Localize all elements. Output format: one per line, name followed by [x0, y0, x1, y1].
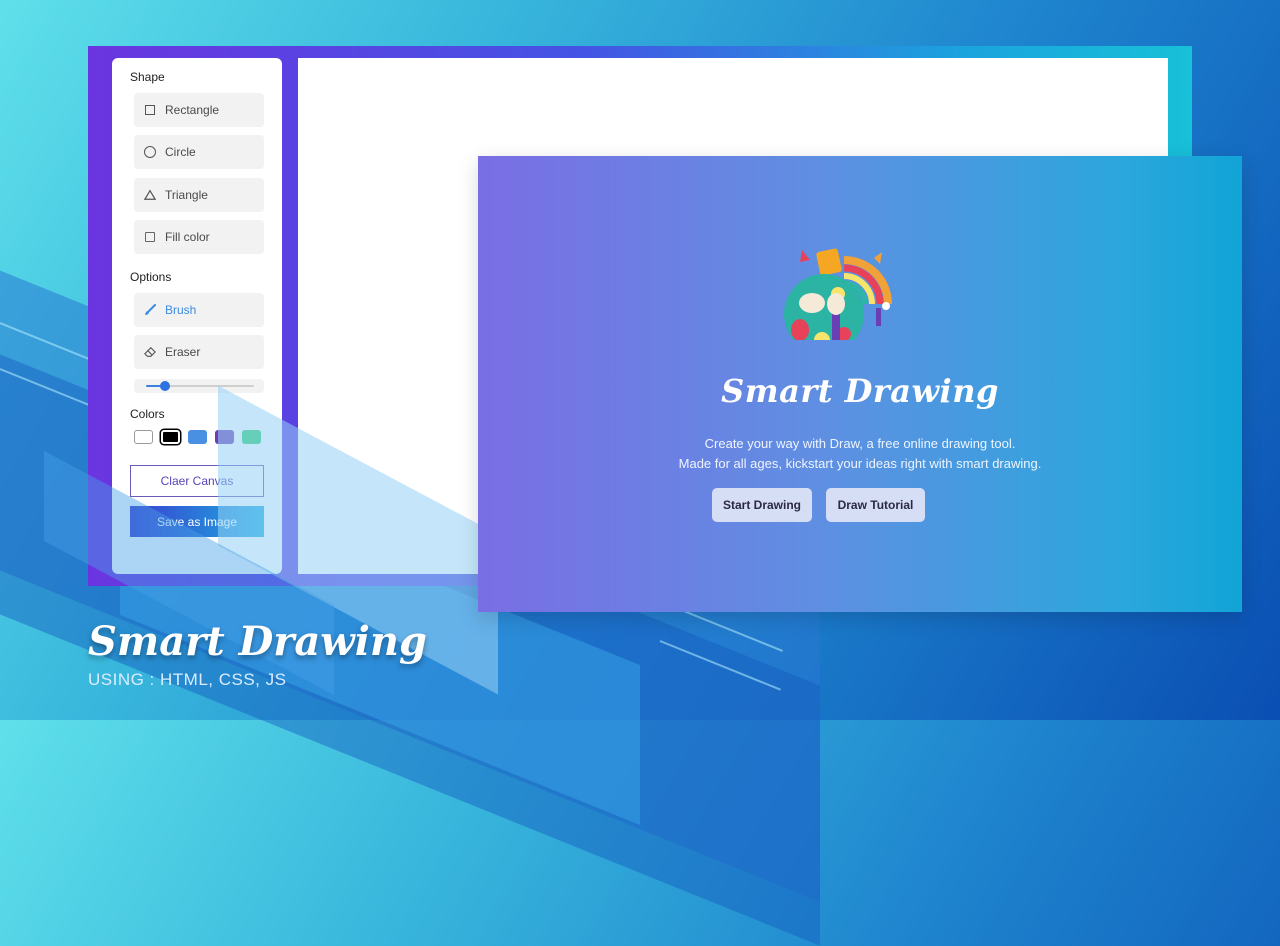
color-swatches	[134, 430, 261, 444]
eraser-label: Eraser	[165, 345, 201, 359]
overlay-description-line1: Create your way with Draw, a free online…	[704, 436, 1016, 451]
circle-icon	[144, 146, 156, 158]
eraser-icon	[144, 346, 156, 358]
colors-section-title: Colors	[130, 407, 165, 421]
clear-canvas-button[interactable]: Claer Canvas	[130, 465, 264, 497]
overlay-title: Smart Drawing	[721, 372, 999, 410]
save-image-button[interactable]: Save as Image	[130, 506, 264, 537]
landing-overlay: Smart Drawing Create your way with Draw,…	[478, 156, 1242, 612]
circle-tool[interactable]: Circle	[134, 135, 264, 169]
rectangle-label: Rectangle	[165, 103, 220, 117]
fill-color-label: Fill color	[165, 230, 210, 244]
circle-label: Circle	[165, 145, 196, 159]
options-section-title: Options	[130, 270, 172, 284]
color-swatch[interactable]	[161, 430, 180, 444]
tools-sidebar: Shape Rectangle Circle Triangle Fill col…	[112, 58, 282, 574]
paint-palette-icon	[776, 200, 906, 360]
rectangle-icon	[144, 104, 156, 116]
color-swatch[interactable]	[188, 430, 207, 444]
color-swatch[interactable]	[134, 430, 153, 444]
color-swatch[interactable]	[242, 430, 261, 444]
slider-thumb[interactable]	[160, 381, 171, 391]
background-line	[659, 640, 781, 691]
shape-section-title: Shape	[130, 70, 165, 84]
triangle-label: Triangle	[165, 188, 208, 202]
overlay-description-line2: Made for all ages, kickstart your ideas …	[678, 456, 1042, 471]
rectangle-tool[interactable]: Rectangle	[134, 93, 264, 127]
brush-size-slider[interactable]	[134, 379, 264, 393]
caption-title: Smart Drawing	[88, 618, 427, 665]
triangle-icon	[144, 189, 156, 201]
draw-tutorial-button[interactable]: Draw Tutorial	[826, 488, 925, 522]
brush-label: Brush	[165, 303, 197, 317]
start-drawing-button[interactable]: Start Drawing	[712, 488, 812, 522]
caption-subtitle: USING : HTML, CSS, JS	[88, 670, 287, 689]
triangle-tool[interactable]: Triangle	[134, 178, 264, 212]
fill-color-checkbox[interactable]: Fill color	[134, 220, 264, 254]
brush-tool[interactable]: Brush	[134, 293, 264, 327]
eraser-tool[interactable]: Eraser	[134, 335, 264, 369]
checkbox-icon[interactable]	[144, 231, 156, 243]
brush-icon	[144, 304, 156, 316]
color-swatch[interactable]	[215, 430, 234, 444]
